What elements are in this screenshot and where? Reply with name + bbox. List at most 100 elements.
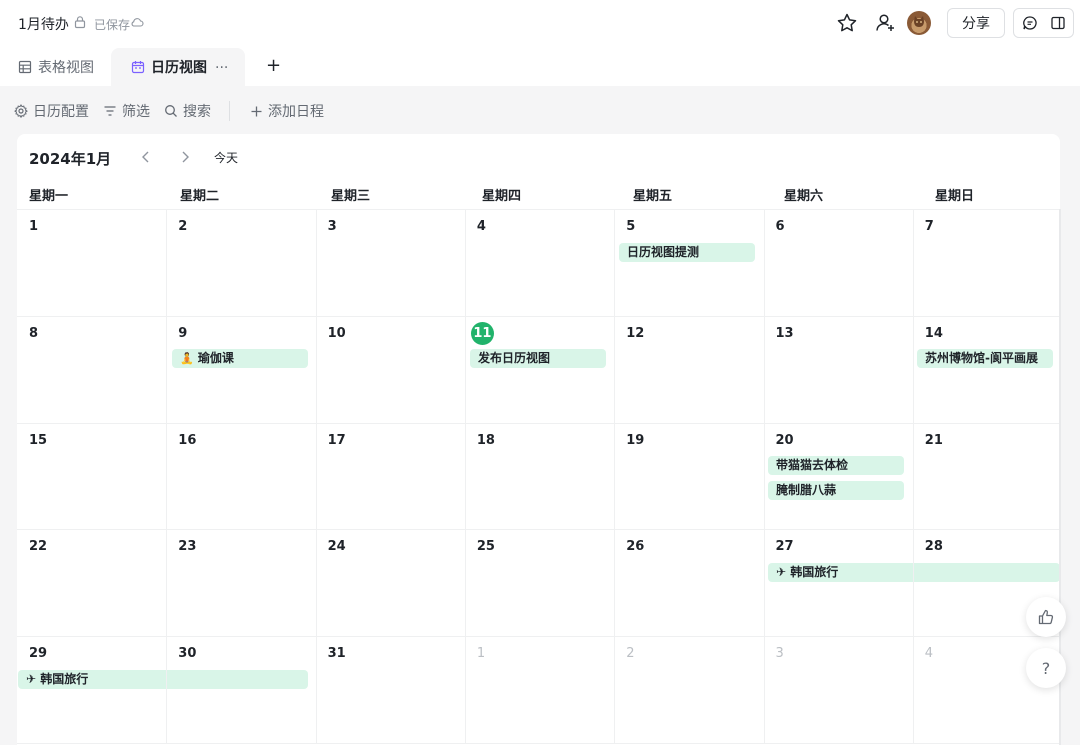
event-chip[interactable]: 带猫猫去体检 [768,456,904,475]
day-number[interactable]: 14 [925,326,943,341]
help-button[interactable]: ? [1026,648,1066,688]
day-number[interactable]: 26 [626,539,644,554]
tab-table-view[interactable]: 表格视图 [18,48,94,86]
day-number[interactable]: 23 [178,539,196,554]
grid-col-line [912,209,914,743]
add-schedule-label: 添加日程 [268,104,324,120]
view-tab-bar: 表格视图 日历视图 [0,46,1080,86]
filter-button[interactable]: 筛选 [103,102,150,120]
day-number[interactable]: 29 [29,646,47,661]
add-user-icon[interactable] [874,12,896,34]
day-number[interactable]: 20 [776,433,794,448]
day-number[interactable]: 16 [178,433,196,448]
comment-icon[interactable] [1022,15,1038,31]
day-number[interactable]: 17 [328,433,346,448]
cat-avatar-icon [914,16,924,27]
search-icon [165,105,177,117]
calendar-config-button[interactable]: 日历配置 [14,102,89,120]
doc-title[interactable]: 1月待办 [18,14,69,34]
grid-row-line [17,529,1060,531]
day-number[interactable]: 24 [328,539,346,554]
weekday-fri: 星期五 [633,189,673,204]
day-number[interactable]: 13 [776,326,794,341]
day-number[interactable]: 18 [477,433,495,448]
day-number[interactable]: 12 [626,326,644,341]
header-tool-group [1013,8,1074,38]
next-month-chevron-icon[interactable] [176,148,194,166]
plus-icon [251,106,262,116]
day-number[interactable]: 2 [178,219,187,234]
day-number[interactable]: 1 [477,646,485,661]
grid-row-line [17,315,1060,317]
add-schedule-button[interactable]: 添加日程 [250,102,324,120]
calendar-month-view: 2024年1月 今天 星期一 星期二 星期三 星期四 星期五 星期六 星期日 日… [17,134,1060,745]
day-number[interactable]: 4 [925,646,933,661]
day-number[interactable]: 3 [328,219,337,234]
lock-icon [74,16,86,29]
event-chip-multiday[interactable]: ✈ 韩国旅行 [18,670,308,689]
grid-col-line [464,209,466,743]
search-button[interactable]: 搜索 [164,102,211,120]
today-button[interactable]: 今天 [214,149,238,166]
grid-col-line [763,209,765,743]
day-number[interactable]: 15 [29,433,47,448]
event-chip[interactable]: 腌制腊八蒜 [768,481,904,500]
day-number[interactable]: 19 [626,433,644,448]
airplane-icon: ✈ [26,672,37,686]
grid-row-line [17,209,1060,210]
event-chip[interactable]: 苏州博物馆-阆平画展 [917,349,1053,368]
day-number[interactable]: 22 [29,539,47,554]
day-number[interactable]: 4 [477,219,486,234]
side-panel-icon[interactable] [1050,15,1066,31]
day-number[interactable]: 31 [328,646,346,661]
grid-row-line [17,636,1060,638]
day-number[interactable]: 30 [178,646,196,661]
day-number[interactable]: 28 [925,539,943,554]
star-icon[interactable] [836,12,858,34]
like-button[interactable] [1026,597,1066,637]
weekday-sun: 星期日 [935,189,975,204]
today-date-badge[interactable]: 11 [470,321,494,345]
day-number[interactable]: 21 [925,433,943,448]
event-chip[interactable]: 🧘 瑜伽课 [172,349,308,368]
event-chip[interactable]: 日历视图提测 [619,243,755,262]
day-number[interactable]: 8 [29,326,38,341]
yoga-icon: 🧘 [180,352,194,365]
event-label: 瑜伽课 [197,351,234,365]
tab-more-button[interactable]: ··· [215,60,228,76]
event-label: 韩国旅行 [40,672,89,686]
tab-table-label: 表格视图 [38,60,94,76]
day-number[interactable]: 25 [477,539,495,554]
weekday-wed: 星期三 [331,189,371,204]
day-number[interactable]: 2 [626,646,634,661]
day-number[interactable]: 7 [925,219,934,234]
day-number[interactable]: 27 [776,539,794,554]
grid-col-line [315,209,317,743]
cloud-icon [131,18,144,27]
table-icon [18,60,32,74]
add-view-button[interactable]: + [266,55,281,76]
day-number[interactable]: 5 [626,219,635,234]
weekday-mon: 星期一 [29,189,69,204]
grid-row-line [17,743,1060,744]
saved-status: 已保存 [94,18,131,32]
event-chip-multiday[interactable]: ✈ 韩国旅行 [768,563,1060,582]
day-number[interactable]: 6 [776,219,785,234]
filter-label: 筛选 [122,104,150,120]
day-number[interactable]: 3 [776,646,784,661]
search-label: 搜索 [183,104,211,120]
day-number[interactable]: 9 [178,326,187,341]
avatar[interactable] [907,11,931,35]
day-number[interactable]: 10 [328,326,346,341]
filter-icon [104,106,116,116]
day-number[interactable]: 1 [29,219,38,234]
weekday-tue: 星期二 [180,189,220,204]
weekday-thu: 星期四 [482,189,522,204]
event-chip[interactable]: 发布日历视图 [470,349,606,368]
airplane-icon: ✈ [776,565,787,579]
event-label: 韩国旅行 [790,565,839,579]
calendar-config-label: 日历配置 [33,104,89,120]
prev-month-chevron-icon[interactable] [137,148,155,166]
gear-icon [14,104,28,118]
share-button[interactable]: 分享 [947,8,1005,38]
